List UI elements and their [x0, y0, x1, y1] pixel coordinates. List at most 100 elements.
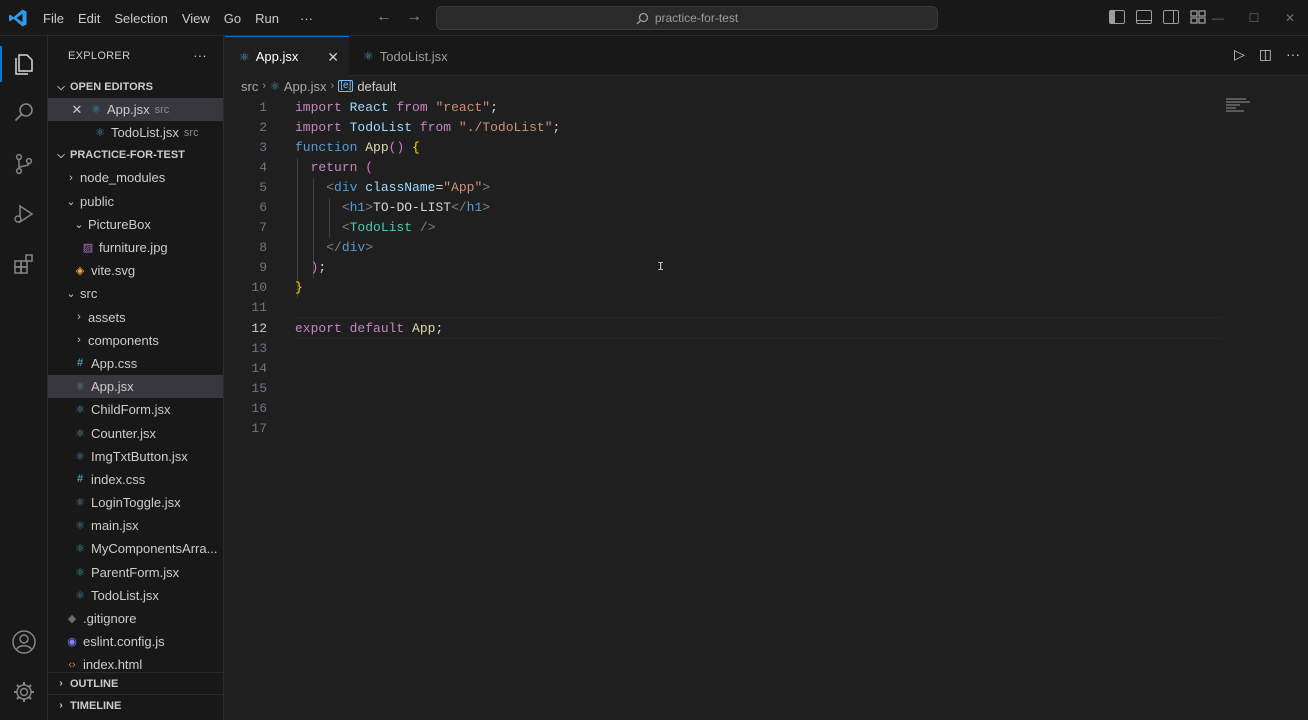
- breadcrumb-symbol[interactable]: default: [357, 79, 396, 94]
- more-actions-icon[interactable]: ···: [1286, 46, 1300, 63]
- chevron-right-icon: ›: [77, 311, 81, 324]
- react-file-icon: ⚛: [270, 80, 280, 93]
- tree-file-mycomponents[interactable]: ⚛ MyComponentsArra...: [48, 537, 223, 560]
- css-file-icon: #: [76, 473, 84, 486]
- line-number: 11: [251, 299, 267, 315]
- line-number: 12: [251, 320, 267, 336]
- arrow-right-icon[interactable]: →: [406, 8, 422, 26]
- code-token: TO-DO-LIST: [373, 199, 452, 215]
- tree-label: App.css: [91, 355, 138, 371]
- html-file-icon: ‹›: [68, 658, 76, 671]
- tree-file-imgtxtbutton[interactable]: ⚛ ImgTxtButton.jsx: [48, 445, 223, 468]
- minimize-icon[interactable]: —: [1200, 11, 1236, 25]
- menu-bar: File Edit Selection View Go Run ···: [36, 0, 320, 36]
- breadcrumb-file[interactable]: App.jsx: [284, 79, 327, 94]
- menu-view[interactable]: View: [175, 11, 217, 26]
- tree-folder-picturebox[interactable]: ⌄ PictureBox: [48, 213, 223, 236]
- tab-label: App.jsx: [255, 49, 299, 64]
- close-icon[interactable]: ✕: [70, 102, 84, 118]
- source-control-icon[interactable]: [0, 140, 48, 188]
- mouse-cursor-icon: I: [657, 260, 665, 274]
- tree-file-todolist[interactable]: ⚛ TodoList.jsx: [48, 584, 223, 607]
- tree-file-main[interactable]: ⚛ main.jsx: [48, 514, 223, 537]
- tree-file-furniture[interactable]: ▨ furniture.jpg: [48, 236, 223, 259]
- tree-file-logintoggle[interactable]: ⚛ LoginToggle.jsx: [48, 491, 223, 514]
- tree-file-app-jsx[interactable]: ⚛ App.jsx: [48, 375, 223, 399]
- line-number: 5: [259, 179, 267, 195]
- tree-file-vite[interactable]: ◈ vite.svg: [48, 259, 223, 282]
- toggle-panel-icon[interactable]: [1136, 10, 1152, 24]
- extensions-icon[interactable]: [0, 240, 48, 288]
- accounts-icon[interactable]: [0, 618, 48, 666]
- tree-file-eslint[interactable]: ◉ eslint.config.js: [48, 630, 223, 653]
- react-file-icon: ⚛: [363, 49, 374, 63]
- tab-app-jsx[interactable]: ⚛ App.jsx ✕: [225, 36, 349, 76]
- tree-file-parentform[interactable]: ⚛ ParentForm.jsx: [48, 561, 223, 584]
- line-number: 7: [259, 219, 267, 235]
- open-editor-name: TodoList.jsx: [111, 125, 179, 141]
- tree-label: index.css: [91, 471, 146, 487]
- code-token: >: [365, 199, 374, 215]
- close-window-icon[interactable]: ✕: [1272, 11, 1308, 25]
- react-file-icon: ⚛: [75, 450, 85, 463]
- symbol-variable-icon: [e]: [338, 80, 354, 92]
- outline-label: OUTLINE: [70, 677, 119, 690]
- toggle-primary-sidebar-icon[interactable]: [1109, 10, 1125, 24]
- explorer-more-icon[interactable]: ···: [193, 48, 207, 63]
- tree-file-app-css[interactable]: # App.css: [48, 352, 223, 375]
- chevron-right-icon: ›: [59, 700, 63, 711]
- split-editor-icon[interactable]: ◫: [1259, 46, 1272, 63]
- tree-file-childform[interactable]: ⚛ ChildForm.jsx: [48, 398, 223, 421]
- tree-folder-components[interactable]: › components: [48, 329, 223, 352]
- open-editors-section[interactable]: ⌵ OPEN EDITORS: [48, 76, 223, 98]
- open-editor-item[interactable]: ✕ ⚛ App.jsx src: [48, 98, 223, 122]
- tree-label: main.jsx: [91, 518, 139, 534]
- arrow-left-icon[interactable]: ←: [376, 8, 392, 26]
- manage-gear-icon[interactable]: [0, 668, 48, 716]
- code-line: 9 );: [225, 257, 1225, 277]
- tree-folder-node-modules[interactable]: › node_modules: [48, 166, 223, 189]
- code-token: ;: [552, 119, 561, 135]
- tree-file-counter[interactable]: ⚛ Counter.jsx: [48, 421, 223, 444]
- code-token: React: [349, 99, 389, 115]
- breadcrumb-folder[interactable]: src: [241, 79, 258, 94]
- run-debug-icon[interactable]: [0, 190, 48, 238]
- tab-label: TodoList.jsx: [379, 48, 448, 64]
- code-token: />: [412, 219, 436, 235]
- run-file-icon[interactable]: ▷: [1234, 46, 1245, 63]
- toggle-secondary-sidebar-icon[interactable]: [1163, 10, 1179, 24]
- tree-file-index-css[interactable]: # index.css: [48, 468, 223, 491]
- minimap[interactable]: [1226, 98, 1252, 113]
- tree-label: node_modules: [80, 170, 166, 186]
- react-file-icon: ⚛: [95, 127, 105, 140]
- menu-edit[interactable]: Edit: [71, 11, 107, 26]
- close-icon[interactable]: ✕: [327, 49, 339, 66]
- menu-go[interactable]: Go: [217, 11, 248, 26]
- explorer-activity-icon[interactable]: [0, 40, 48, 88]
- menu-selection[interactable]: Selection: [107, 11, 174, 26]
- outline-section[interactable]: › OUTLINE: [48, 672, 223, 694]
- code-line: 5 <div className="App">: [225, 177, 1225, 197]
- maximize-icon[interactable]: ☐: [1236, 11, 1272, 25]
- tree-folder-assets[interactable]: › assets: [48, 306, 223, 329]
- code-token: </: [451, 199, 467, 215]
- menu-file[interactable]: File: [36, 11, 71, 26]
- tree-folder-public[interactable]: ⌄ public: [48, 190, 223, 213]
- search-activity-icon[interactable]: [0, 88, 48, 136]
- eslint-file-icon: ◉: [67, 636, 77, 649]
- project-section[interactable]: ⌵ PRACTICE-FOR-TEST: [48, 144, 223, 166]
- project-label: PRACTICE-FOR-TEST: [70, 149, 185, 162]
- open-editor-item[interactable]: ⚛ TodoList.jsx src: [48, 121, 223, 144]
- timeline-section[interactable]: › TIMELINE: [48, 694, 223, 716]
- tree-label: ImgTxtButton.jsx: [91, 448, 188, 464]
- tab-actions: ▷ ◫ ···: [1234, 46, 1300, 63]
- code-token: "./TodoList": [458, 119, 553, 135]
- line-number: 2: [259, 119, 267, 135]
- tree-folder-src[interactable]: ⌄ src: [48, 282, 223, 305]
- menu-run[interactable]: Run: [248, 11, 286, 26]
- command-center[interactable]: practice-for-test: [436, 6, 938, 30]
- code-editor[interactable]: 1 import React from "react"; 2 import To…: [225, 96, 1308, 714]
- menu-more[interactable]: ···: [286, 11, 320, 26]
- tree-file-gitignore[interactable]: ◆ .gitignore: [48, 607, 223, 630]
- tab-todolist-jsx[interactable]: ⚛ TodoList.jsx: [349, 36, 465, 76]
